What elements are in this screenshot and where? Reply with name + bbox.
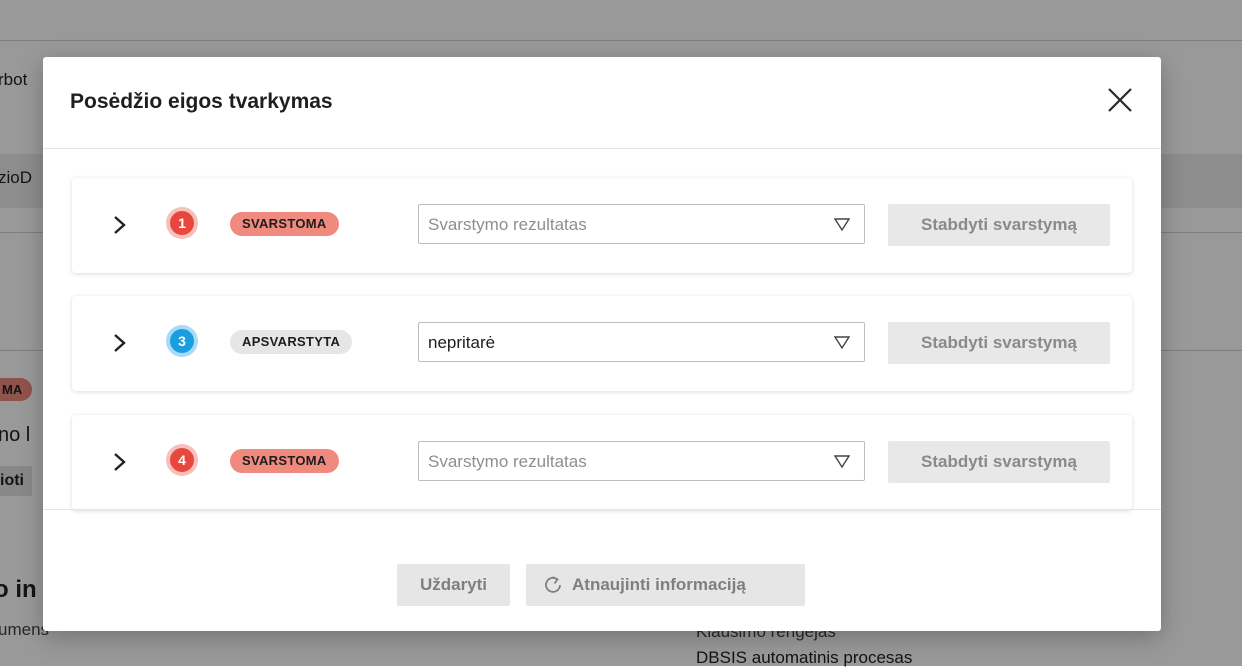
item-number-badge: 4	[170, 448, 194, 472]
result-select-value: nepritarė	[428, 333, 496, 352]
result-select-placeholder: Svarstymo rezultatas	[428, 452, 587, 471]
expand-chevron-button[interactable]	[110, 330, 130, 356]
result-select[interactable]: nepritarė	[418, 322, 865, 362]
expand-chevron-button[interactable]	[110, 212, 130, 238]
stop-consideration-button[interactable]: Stabdyti svarstymą	[888, 441, 1110, 483]
agenda-item-row: 1 SVARSTOMA Svarstymo rezultatas Stabdyt…	[72, 178, 1132, 273]
modal-header: Posėdžio eigos tvarkymas	[43, 57, 1161, 149]
close-icon	[1108, 88, 1132, 112]
chevron-right-icon	[114, 453, 126, 471]
refresh-info-label: Atnaujinti informaciją	[572, 575, 746, 594]
status-badge: APSVARSTYTA	[230, 330, 353, 354]
meeting-flow-modal: Posėdžio eigos tvarkymas 1 SVARSTOMA Sva…	[43, 57, 1161, 631]
close-dialog-button[interactable]: Uždaryti	[397, 564, 510, 606]
agenda-item-row: 4 SVARSTOMA Svarstymo rezultatas Stabdyt…	[72, 415, 1132, 510]
stop-consideration-button[interactable]: Stabdyti svarstymą	[888, 322, 1110, 364]
result-select-placeholder: Svarstymo rezultatas	[428, 215, 587, 234]
refresh-info-button[interactable]: Atnaujinti informaciją	[526, 564, 805, 606]
status-badge: SVARSTOMA	[230, 449, 339, 473]
dropdown-triangle-icon	[834, 455, 850, 469]
dropdown-triangle-icon	[834, 218, 850, 232]
agenda-item-row: 3 APSVARSTYTA nepritarė Stabdyti svarsty…	[72, 296, 1132, 391]
expand-chevron-button[interactable]	[110, 449, 130, 475]
modal-footer: Uždaryti Atnaujinti informaciją	[43, 509, 1161, 632]
chevron-right-icon	[114, 216, 126, 234]
stop-consideration-button[interactable]: Stabdyti svarstymą	[888, 204, 1110, 246]
status-badge: SVARSTOMA	[230, 212, 339, 236]
item-number-badge: 3	[170, 329, 194, 353]
dropdown-triangle-icon	[834, 336, 850, 350]
chevron-right-icon	[114, 334, 126, 352]
refresh-icon	[545, 576, 561, 593]
result-select[interactable]: Svarstymo rezultatas	[418, 441, 865, 481]
close-button[interactable]	[1105, 85, 1135, 115]
modal-title: Posėdžio eigos tvarkymas	[70, 90, 333, 113]
item-number-badge: 1	[170, 211, 194, 235]
result-select[interactable]: Svarstymo rezultatas	[418, 204, 865, 244]
